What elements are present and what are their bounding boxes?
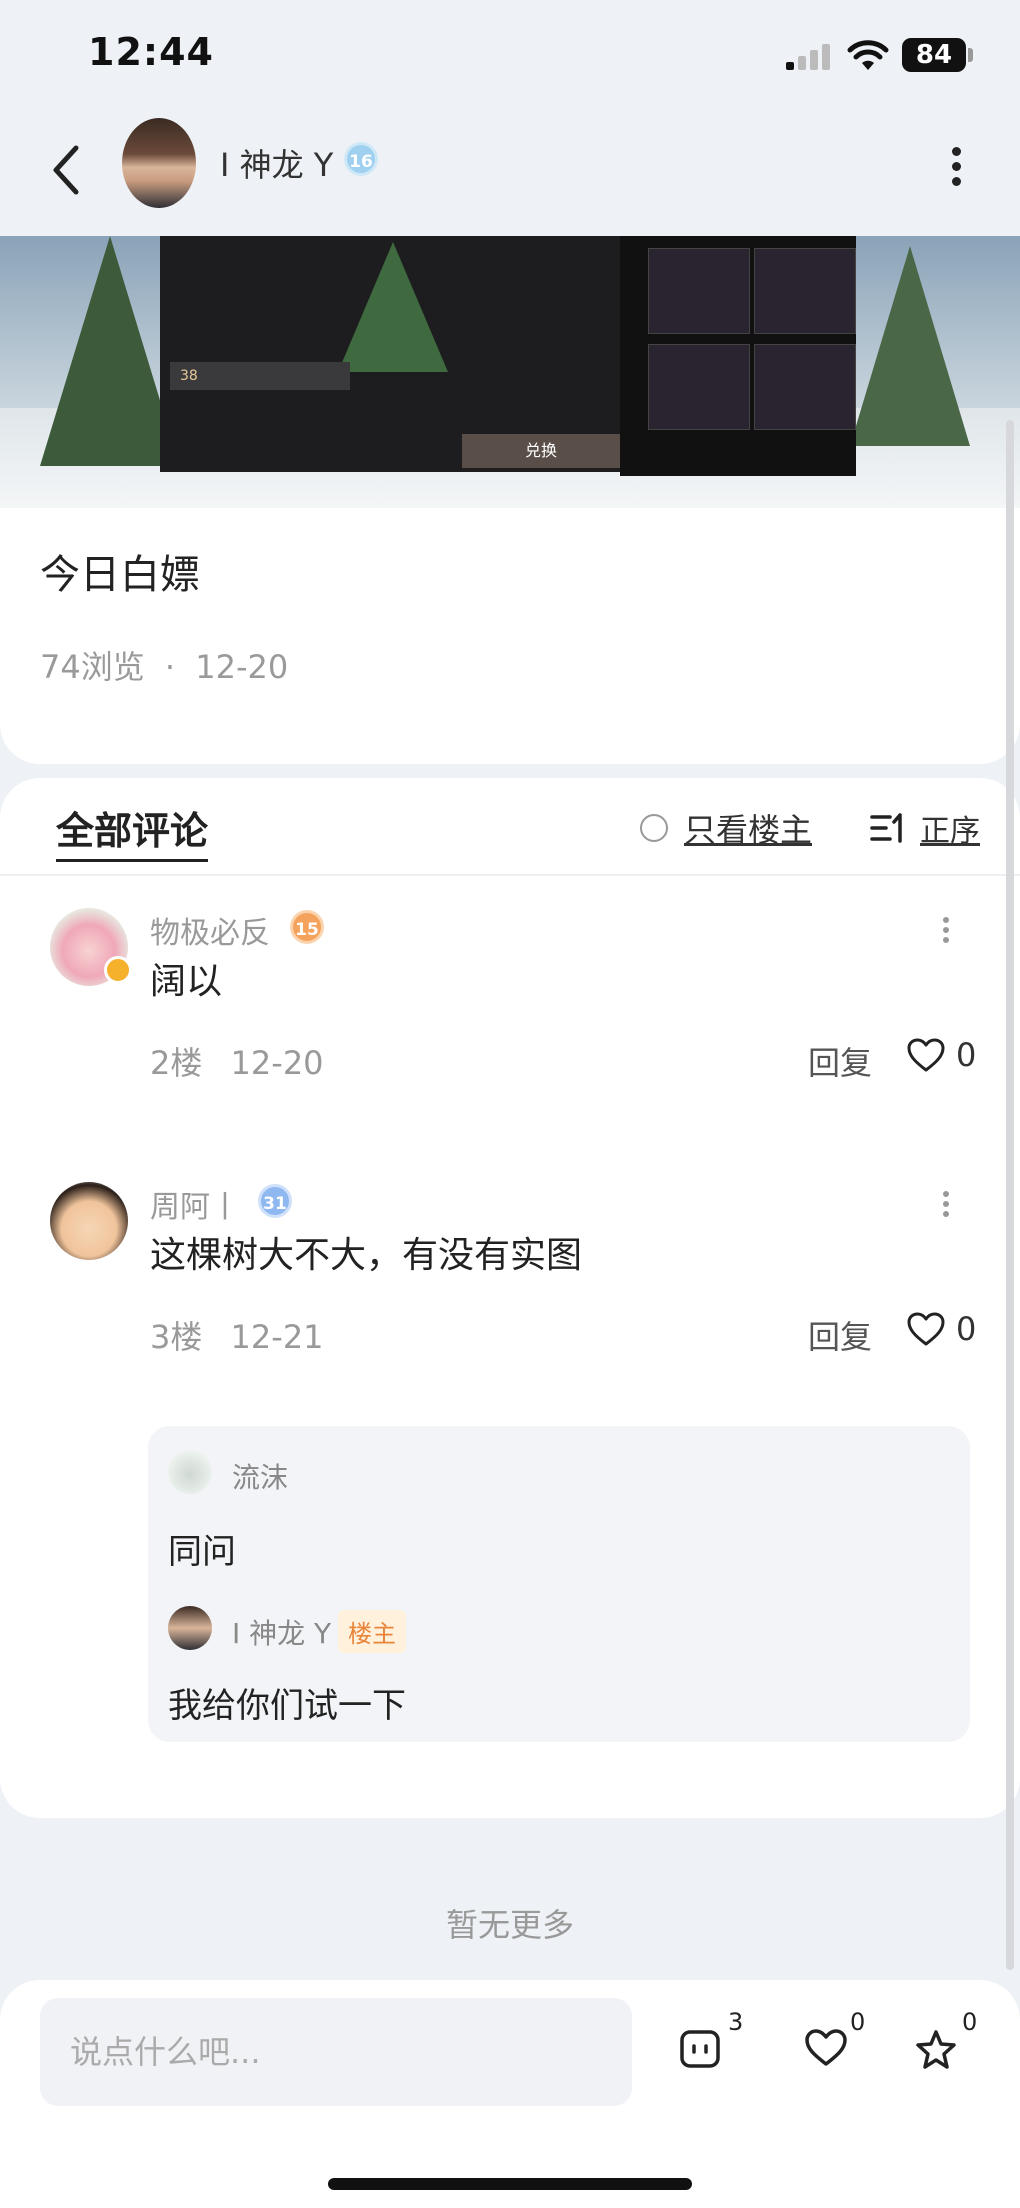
home-indicator bbox=[328, 2178, 692, 2190]
grid-cell bbox=[648, 248, 750, 334]
post-image[interactable]: 38 兑换 bbox=[0, 236, 1020, 508]
scrollbar[interactable] bbox=[1006, 420, 1014, 1970]
grid-cell bbox=[648, 344, 750, 430]
owner-tag: 楼主 bbox=[338, 1610, 406, 1653]
level-badge: 31 bbox=[258, 1184, 292, 1218]
signal-icon bbox=[786, 44, 830, 70]
banner-tree-left bbox=[40, 236, 180, 466]
redeem-button: 兑换 bbox=[462, 434, 620, 468]
favorite-button[interactable]: 0 bbox=[914, 2008, 977, 2076]
no-more-label: 暂无更多 bbox=[445, 1906, 574, 1944]
banner-tree-right bbox=[850, 246, 970, 446]
divider bbox=[0, 874, 1020, 876]
like-button[interactable]: 0 bbox=[906, 1036, 976, 1074]
author-name[interactable]: I 神龙 Y bbox=[220, 140, 333, 186]
meta-dot: · bbox=[164, 648, 176, 686]
post-title: 今日白嫖 bbox=[40, 552, 200, 598]
status-time: 12:44 bbox=[88, 30, 214, 74]
like-button[interactable]: 0 bbox=[906, 1310, 976, 1348]
reply-name[interactable]: I 神龙 Y bbox=[232, 1612, 331, 1652]
only-owner-label[interactable]: 只看楼主 bbox=[684, 805, 812, 851]
comment-date: 12-20 bbox=[230, 1044, 324, 1082]
more-icon[interactable] bbox=[938, 914, 954, 948]
reply-button[interactable]: 回复 bbox=[808, 1312, 872, 1358]
heart-icon[interactable] bbox=[804, 2028, 848, 2068]
level-badge: 15 bbox=[290, 910, 324, 944]
comment-date: 12-21 bbox=[230, 1318, 324, 1356]
level-badge: 16 bbox=[344, 142, 378, 176]
author-avatar[interactable] bbox=[122, 118, 196, 208]
commenter-name[interactable]: 物极必反 bbox=[150, 908, 270, 952]
comment-count-button[interactable]: 3 bbox=[678, 2008, 743, 2076]
post-date: 12-20 bbox=[195, 648, 289, 686]
star-icon[interactable] bbox=[914, 2028, 958, 2072]
reply-text: 同问 bbox=[168, 1532, 236, 1572]
comment-input[interactable]: 说点什么吧... bbox=[40, 1998, 632, 2106]
like-count: 0 bbox=[850, 2008, 866, 2036]
reply-name[interactable]: 流沫 bbox=[232, 1456, 288, 1496]
floor-number: 2楼 bbox=[150, 1044, 203, 1082]
bottom-bar: 说点什么吧... 3 0 0 bbox=[0, 1980, 1020, 2208]
commenter-avatar[interactable] bbox=[50, 1182, 128, 1260]
grid-cell bbox=[754, 248, 856, 334]
status-bar: 12:44 84 bbox=[0, 0, 1020, 110]
price-strip: 38 bbox=[170, 362, 350, 390]
comment-icon[interactable] bbox=[678, 2028, 722, 2072]
heart-icon[interactable] bbox=[906, 1037, 946, 1073]
fav-count: 0 bbox=[962, 2008, 978, 2036]
panel-tree bbox=[338, 242, 448, 372]
back-icon[interactable] bbox=[46, 140, 86, 200]
floor-number: 3楼 bbox=[150, 1318, 203, 1356]
reply-button[interactable]: 回复 bbox=[808, 1038, 872, 1084]
sort-toggle[interactable]: 正序 bbox=[870, 806, 980, 850]
view-count: 74浏览 bbox=[40, 648, 145, 686]
heart-icon[interactable] bbox=[906, 1311, 946, 1347]
reply-avatar[interactable] bbox=[168, 1450, 212, 1494]
badge-icon bbox=[104, 956, 132, 984]
reply-text: 我给你们试一下 bbox=[168, 1686, 406, 1726]
like-count: 0 bbox=[956, 1036, 977, 1074]
sort-label[interactable]: 正序 bbox=[920, 806, 980, 850]
item-grid bbox=[620, 236, 856, 476]
commenter-name[interactable]: 周阿丨 bbox=[150, 1182, 240, 1226]
post-meta: 74浏览 · 12-20 bbox=[40, 642, 288, 688]
comment-count: 3 bbox=[728, 2008, 744, 2036]
more-icon[interactable] bbox=[938, 1188, 954, 1222]
comments-card: 全部评论 只看楼主 正序 物极必反 15 阔以 2楼 12-20 回复 0 周阿… bbox=[0, 778, 1020, 1818]
like-count: 0 bbox=[956, 1310, 977, 1348]
game-shop-panel: 38 兑换 bbox=[160, 236, 622, 472]
battery-tip bbox=[968, 48, 973, 62]
radio-icon[interactable] bbox=[640, 814, 668, 842]
post-card: 今日白嫖 74浏览 · 12-20 bbox=[0, 508, 1020, 764]
like-post-button[interactable]: 0 bbox=[804, 2008, 865, 2072]
post-header: I 神龙 Y 16 bbox=[0, 110, 1020, 236]
battery-indicator: 84 bbox=[902, 38, 966, 72]
sub-replies[interactable]: 流沫 同问 I 神龙 Y 楼主 我给你们试一下 bbox=[148, 1426, 970, 1742]
only-owner-filter[interactable]: 只看楼主 bbox=[640, 805, 812, 851]
tab-all-comments[interactable]: 全部评论 bbox=[56, 800, 209, 862]
comment-text: 阔以 bbox=[150, 961, 223, 1002]
wifi-icon bbox=[847, 40, 889, 70]
sort-icon[interactable] bbox=[870, 811, 906, 845]
comment-text: 这棵树大不大，有没有实图 bbox=[150, 1235, 583, 1276]
grid-cell bbox=[754, 344, 856, 430]
comment-floor: 3楼 12-21 bbox=[150, 1312, 324, 1358]
reply-avatar[interactable] bbox=[168, 1606, 212, 1650]
comment-floor: 2楼 12-20 bbox=[150, 1038, 324, 1084]
more-icon[interactable] bbox=[944, 142, 968, 192]
